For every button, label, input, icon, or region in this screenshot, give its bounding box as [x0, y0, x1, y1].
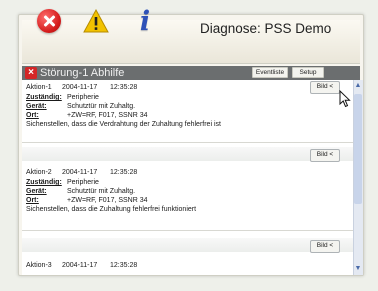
info-icon[interactable]: i [130, 6, 160, 37]
field-value: Schutztür mit Zuhaltg. [67, 188, 136, 195]
scroll-up-icon[interactable]: ▲ [354, 81, 362, 91]
mouse-cursor-icon [339, 90, 351, 108]
entry-date: 2004-11-17 [62, 84, 98, 91]
header-title: Störung-1 Abhilfe [40, 67, 125, 79]
entry-id: Aktion-1 [26, 84, 52, 91]
entry-id: Aktion-2 [26, 169, 52, 176]
field-value: +ZW=RF, F017, SSNR 34 [67, 112, 148, 119]
entry-date: 2004-11-17 [62, 262, 98, 269]
entry-time: 12:35:28 [110, 84, 138, 91]
scroll-down-icon[interactable]: ▼ [354, 264, 362, 274]
entry-description: Sichenstellen, dass die Verdrahtung der … [26, 121, 221, 128]
entry-description: Sichenstellen, dass die Zuhaltung fehler… [26, 206, 197, 213]
field-label: Gerät: [26, 103, 47, 110]
field-label: Gerät: [26, 188, 47, 195]
entry-time: 12:35:28 [110, 262, 138, 269]
scrollbar-thumb[interactable] [354, 94, 362, 204]
entry-toolbar-row [22, 238, 353, 252]
bild-button[interactable]: Bild < [310, 81, 340, 94]
bild-button[interactable]: Bild < [310, 240, 340, 253]
entry-toolbar-row [22, 147, 353, 161]
field-value: Peripherie [67, 179, 99, 186]
setup-button[interactable]: Setup [292, 67, 324, 78]
entry-time: 12:35:28 [110, 169, 138, 176]
warning-icon[interactable] [80, 6, 110, 36]
action-list: Aktion-1 2004-11-17 12:35:28 Bild < Zust… [22, 80, 353, 275]
divider [22, 142, 353, 143]
field-value: Schutztür mit Zuhaltg. [67, 103, 136, 110]
entry-id: Aktion-3 [26, 262, 52, 269]
bild-button[interactable]: Bild < [310, 149, 340, 162]
field-label: Ort: [26, 197, 39, 204]
field-value: Peripherie [67, 94, 99, 101]
field-label: Zuständig: [26, 94, 62, 101]
field-label: Zuständig: [26, 179, 62, 186]
entry-date: 2004-11-17 [62, 169, 98, 176]
field-value: +ZW=RF, F017, SSNR 34 [67, 197, 148, 204]
eventliste-button[interactable]: Eventliste [252, 67, 288, 78]
window-title: Diagnose: PSS Demo [200, 21, 332, 36]
divider [22, 230, 353, 231]
close-icon[interactable]: × [25, 67, 37, 79]
field-label: Ort: [26, 112, 39, 119]
error-icon[interactable] [34, 6, 64, 36]
